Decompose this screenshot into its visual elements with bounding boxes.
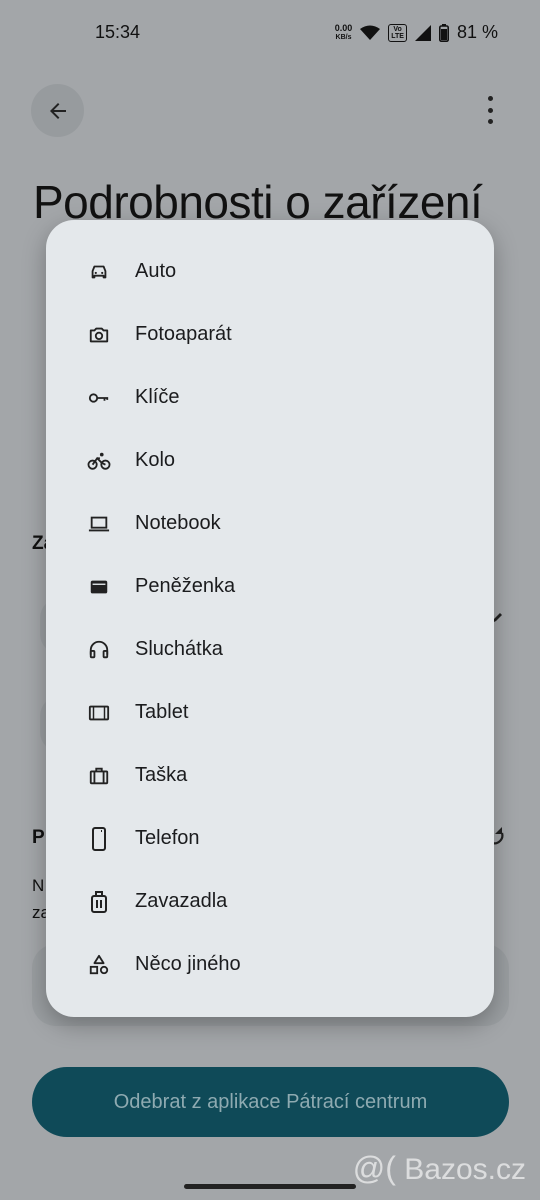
signal-icon xyxy=(414,24,431,41)
menu-item-kolo[interactable]: Kolo xyxy=(46,429,494,492)
battery-percent: 81 % xyxy=(456,22,498,42)
shapes-icon xyxy=(87,953,111,977)
car-icon xyxy=(87,260,111,284)
phone-icon xyxy=(87,826,111,851)
back-button[interactable] xyxy=(31,84,84,137)
menu-item-notebook[interactable]: Notebook xyxy=(46,492,494,555)
volte-icon: Vo LTE xyxy=(388,23,407,42)
menu-item-tablet[interactable]: Tablet xyxy=(46,681,494,744)
home-indicator[interactable] xyxy=(184,1184,356,1189)
menu-item-label: Kolo xyxy=(135,449,176,471)
menu-item-telefon[interactable]: Telefon xyxy=(46,807,494,870)
net-speed: 0.00 KB/s xyxy=(334,22,353,42)
menu-item-auto[interactable]: Auto xyxy=(46,240,494,303)
text-fragment: N xyxy=(32,876,45,895)
menu-item-label: Fotoaparát xyxy=(135,323,232,345)
status-time: 15:34 xyxy=(95,22,141,42)
menu-item-label: Tablet xyxy=(135,701,189,723)
bag-icon xyxy=(87,764,111,788)
device-type-menu: Auto Fotoaparát Klíče Kolo Notebook Peně… xyxy=(46,220,494,1017)
more-vert-icon[interactable] xyxy=(478,96,502,124)
menu-item-fotoaparat[interactable]: Fotoaparát xyxy=(46,303,494,366)
headphones-icon xyxy=(87,638,111,662)
menu-item-label: Klíče xyxy=(135,386,180,408)
section-heading-fragment: P xyxy=(32,827,45,848)
menu-item-neco-jineho[interactable]: Něco jiného xyxy=(46,933,494,996)
menu-item-sluchatka[interactable]: Sluchátka xyxy=(46,618,494,681)
menu-item-label: Něco jiného xyxy=(135,953,241,975)
camera-icon xyxy=(87,323,111,347)
menu-item-label: Telefon xyxy=(135,827,200,849)
menu-item-label: Taška xyxy=(135,764,188,786)
menu-item-label: Auto xyxy=(135,260,177,282)
menu-item-penezenka[interactable]: Peněženka xyxy=(46,555,494,618)
status-bar: 15:34 0.00 KB/s Vo LTE 81 % xyxy=(0,0,540,68)
menu-item-label: Notebook xyxy=(135,512,221,534)
battery-icon xyxy=(438,23,449,42)
wifi-icon xyxy=(360,25,381,41)
watermark: @( Bazos.cz xyxy=(352,1150,526,1186)
tablet-icon xyxy=(87,701,111,725)
menu-item-taska[interactable]: Taška xyxy=(46,744,494,807)
net-speed-value: 0.00 xyxy=(334,22,353,33)
bike-icon xyxy=(87,449,111,473)
menu-item-klice[interactable]: Klíče xyxy=(46,366,494,429)
menu-item-label: Zavazadla xyxy=(135,890,228,912)
menu-item-label: Peněženka xyxy=(135,575,236,597)
menu-item-label: Sluchátka xyxy=(135,638,223,660)
net-speed-unit: KB/s xyxy=(335,33,352,41)
remove-from-app-button[interactable]: Odebrat z aplikace Pátrací centrum xyxy=(32,1067,509,1137)
luggage-icon xyxy=(87,890,111,914)
arrow-back-icon xyxy=(46,99,70,123)
status-icons: 0.00 KB/s Vo LTE 81 % xyxy=(335,22,498,43)
key-icon xyxy=(87,386,111,410)
menu-item-zavazadla[interactable]: Zavazadla xyxy=(46,870,494,933)
laptop-icon xyxy=(87,512,111,536)
wallet-icon xyxy=(87,575,111,599)
